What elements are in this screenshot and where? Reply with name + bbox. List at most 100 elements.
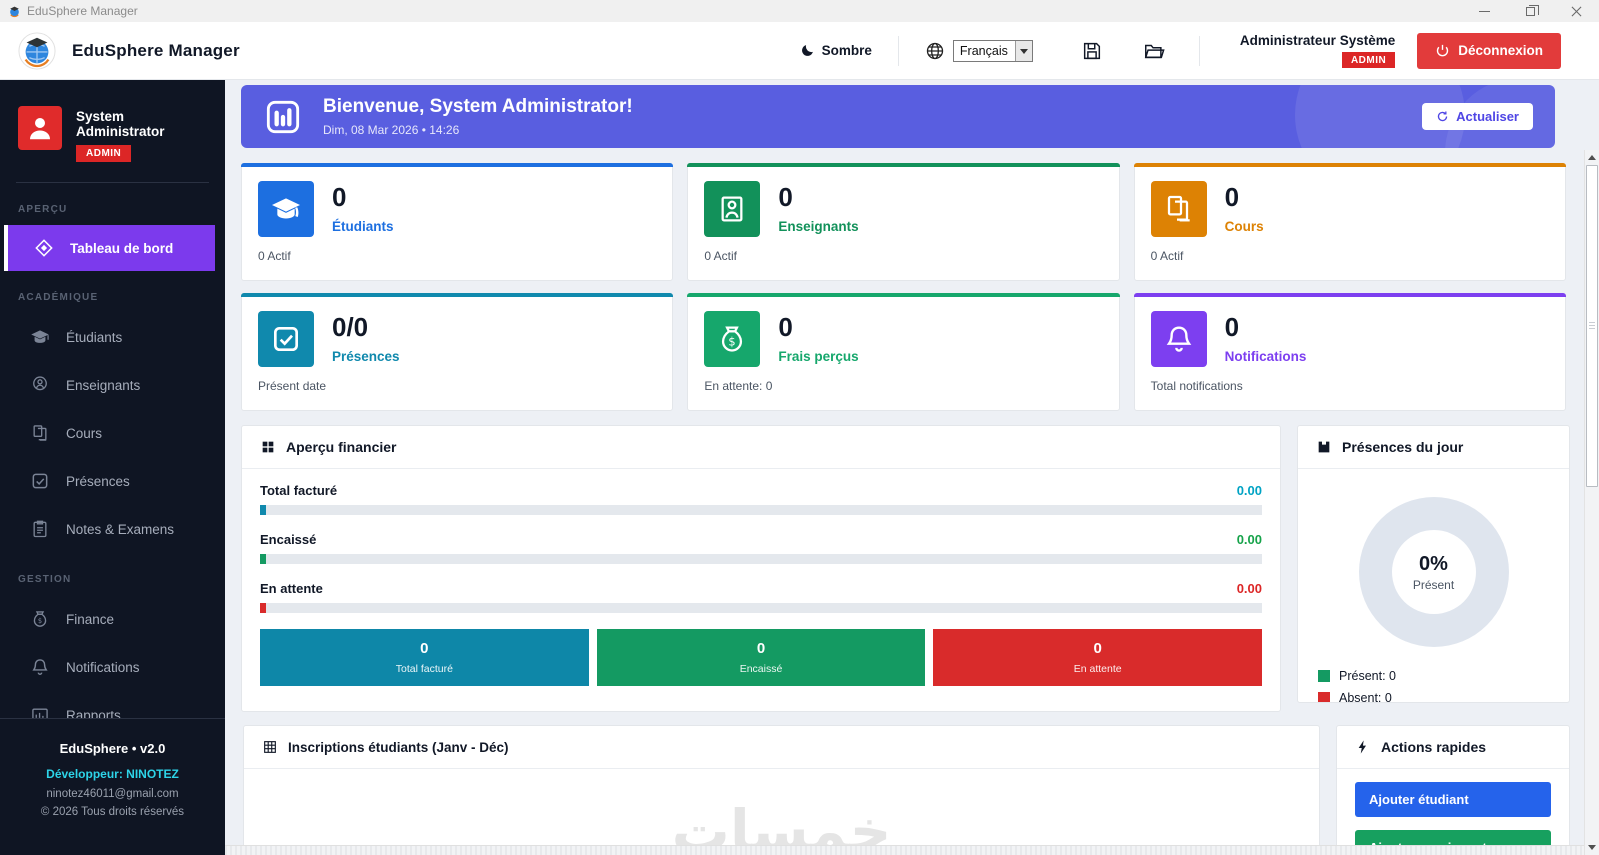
- stat-label: Cours: [1224, 218, 1264, 234]
- copyright: © 2026 Tous droits réservés: [40, 806, 185, 818]
- sidebar-item-notes[interactable]: Notes & Examens: [0, 505, 225, 553]
- clipboard-icon: [30, 519, 50, 539]
- app-header: EduSphere Manager Sombre Français Admini…: [0, 22, 1599, 80]
- courses-icon: [1150, 181, 1207, 237]
- horizontal-scrollbar[interactable]: [225, 845, 1584, 855]
- globe-icon: [925, 41, 945, 61]
- attendance-percent: 0%: [1419, 552, 1448, 575]
- progress-bar-facture: [260, 505, 1262, 515]
- fin-row-value: 0.00: [1236, 581, 1262, 596]
- fin-box-label: Encaissé: [739, 663, 783, 675]
- app-icon: [8, 5, 21, 18]
- close-button[interactable]: [1553, 0, 1599, 22]
- fin-summary-attente: 0 En attente: [933, 629, 1263, 686]
- fin-row-label: Total facturé: [260, 483, 338, 498]
- svg-text:$: $: [729, 334, 736, 348]
- stat-sub: 0 Actif: [704, 249, 738, 263]
- stat-label: Présences: [332, 348, 400, 364]
- stat-value: 0: [778, 312, 793, 342]
- legend-label: Absent: 0: [1339, 691, 1392, 703]
- stat-value: 0: [332, 182, 347, 212]
- stat-card-etudiants[interactable]: 0 Étudiants 0 Actif: [241, 163, 674, 281]
- user-name: Administrateur Système: [1239, 33, 1396, 48]
- money-bag-icon: $: [704, 311, 761, 367]
- welcome-title: Bienvenue, System Administrator!: [323, 96, 633, 117]
- refresh-button[interactable]: Actualiser: [1422, 103, 1533, 130]
- fin-box-value: 0: [756, 640, 766, 657]
- scrollbar-thumb[interactable]: [1586, 165, 1598, 487]
- sidebar-item-presences[interactable]: Présences: [0, 457, 225, 505]
- language-select[interactable]: Français: [952, 39, 1033, 62]
- legend-absent: Absent: 0: [1318, 691, 1569, 703]
- stat-value: 0: [1224, 312, 1240, 342]
- sidebar-item-dashboard[interactable]: Tableau de bord: [4, 225, 215, 271]
- teacher-icon: [704, 181, 761, 237]
- scroll-up-arrow[interactable]: [1585, 150, 1599, 165]
- stat-value: 0: [778, 182, 793, 212]
- teacher-icon: [30, 375, 50, 395]
- maximize-button[interactable]: [1507, 0, 1553, 22]
- section-label-gestion: GESTION: [18, 574, 72, 585]
- language-selected: Français: [959, 43, 1008, 58]
- attendance-box-icon: [1316, 439, 1332, 455]
- sidebar-item-label: Tableau de bord: [70, 240, 174, 256]
- sidebar-item-label: Finance: [66, 611, 115, 627]
- stat-card-cours[interactable]: 0 Cours 0 Actif: [1133, 163, 1567, 281]
- sidebar-user: System Administrator ADMIN: [0, 80, 225, 162]
- save-icon[interactable]: [1081, 40, 1103, 62]
- logout-button[interactable]: Déconnexion: [1417, 32, 1561, 69]
- sidebar-divider: [16, 182, 209, 183]
- sidebar-item-label: Cours: [66, 425, 103, 441]
- fin-box-label: En attente: [1073, 663, 1122, 675]
- sidebar-item-cours[interactable]: Cours: [0, 409, 225, 457]
- stat-sub: Total notifications: [1150, 379, 1243, 393]
- fin-box-value: 0: [1093, 640, 1102, 657]
- stat-sub: Présent date: [258, 379, 327, 393]
- stat-card-frais[interactable]: $ 0 Frais perçus En attente: 0: [687, 293, 1120, 411]
- folder-icon[interactable]: [1143, 40, 1165, 62]
- sidebar-item-etudiants[interactable]: Étudiants: [0, 313, 225, 361]
- add-student-button[interactable]: Ajouter étudiant: [1355, 782, 1551, 817]
- developer-email: ninotez46011@gmail.com: [46, 788, 179, 800]
- financial-panel: Aperçu financier Total facturé 0.00 Enca…: [241, 425, 1281, 712]
- legend-present: Présent: 0: [1318, 669, 1569, 683]
- sidebar: System Administrator ADMIN APERÇU Tablea…: [0, 80, 225, 855]
- sidebar-item-finance[interactable]: $ Finance: [0, 595, 225, 643]
- main-content: Bienvenue, System Administrator! Dim, 08…: [225, 80, 1599, 855]
- progress-bar-attente: [260, 603, 1262, 613]
- minimize-button[interactable]: [1461, 0, 1507, 22]
- avatar: [18, 106, 62, 150]
- chevron-down-icon[interactable]: [1014, 40, 1032, 61]
- welcome-banner: Bienvenue, System Administrator! Dim, 08…: [241, 85, 1555, 148]
- finance-overview-icon: [260, 439, 276, 455]
- sidebar-item-enseignants[interactable]: Enseignants: [0, 361, 225, 409]
- stat-label: Enseignants: [778, 218, 859, 234]
- sidebar-item-notifications[interactable]: Notifications: [0, 643, 225, 691]
- section-label-academique: ACADÉMIQUE: [18, 292, 99, 303]
- theme-toggle[interactable]: Sombre: [800, 43, 872, 58]
- quick-actions-title: Actions rapides: [1381, 739, 1487, 755]
- stat-card-enseignants[interactable]: 0 Enseignants 0 Actif: [687, 163, 1120, 281]
- user-block: Administrateur Système ADMIN: [1239, 33, 1396, 68]
- sidebar-user-role-badge: ADMIN: [76, 145, 132, 162]
- bell-icon: [1150, 311, 1207, 367]
- financial-title: Aperçu financier: [286, 439, 397, 455]
- window-titlebar: EduSphere Manager: [0, 0, 1599, 22]
- bell-icon: [30, 657, 50, 677]
- window-title: EduSphere Manager: [27, 4, 138, 18]
- section-label-apercu: APERÇU: [18, 204, 68, 215]
- stat-card-presences[interactable]: 0/0 Présences Présent date: [241, 293, 674, 411]
- stat-card-notifications[interactable]: 0 Notifications Total notifications: [1133, 293, 1567, 411]
- brand-title: EduSphere Manager: [72, 40, 240, 60]
- theme-toggle-label: Sombre: [821, 43, 872, 58]
- fin-row-value: 0.00: [1236, 483, 1262, 498]
- app-version: EduSphere • v2.0: [59, 741, 166, 756]
- scroll-down-arrow[interactable]: [1585, 840, 1599, 855]
- vertical-scrollbar[interactable]: [1584, 150, 1599, 855]
- user-role-badge: ADMIN: [1341, 52, 1396, 68]
- fin-row-label: Encaissé: [260, 532, 317, 547]
- sidebar-item-label: Étudiants: [66, 329, 123, 345]
- money-bag-icon: $: [30, 609, 50, 629]
- sidebar-footer: EduSphere • v2.0 Développeur: NINOTEZ ni…: [0, 718, 225, 855]
- welcome-datetime: Dim, 08 Mar 2026 • 14:26: [323, 123, 460, 137]
